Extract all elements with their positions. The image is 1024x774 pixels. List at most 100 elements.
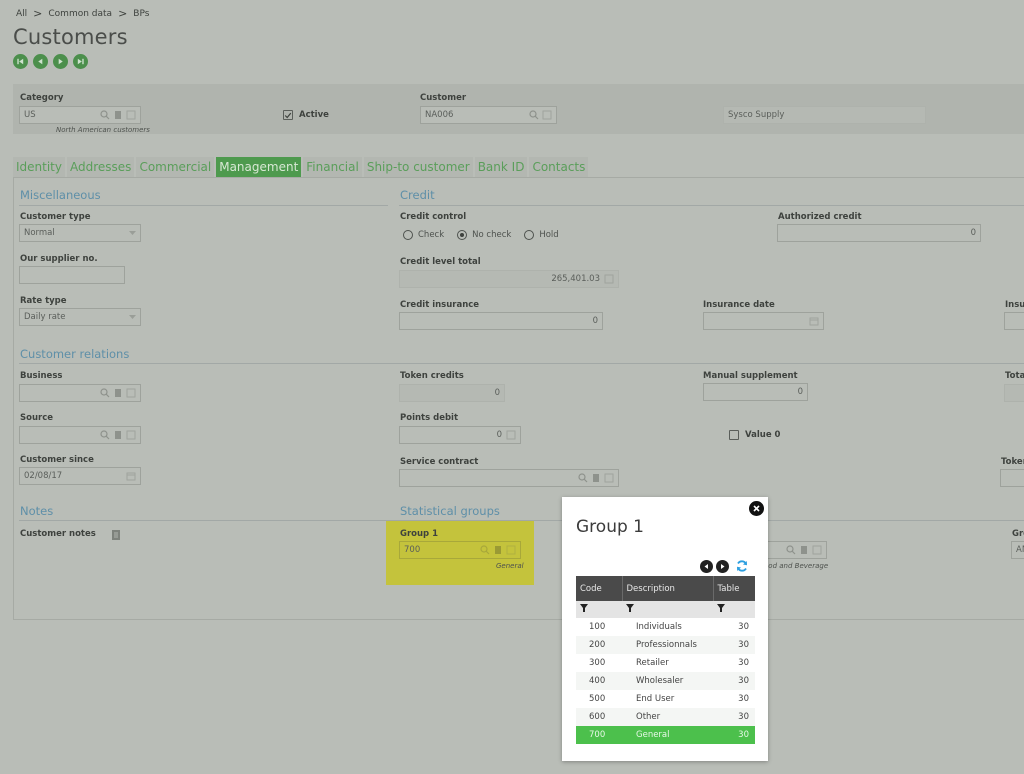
manual-supplement-input[interactable]: 0 bbox=[703, 383, 808, 401]
filter-description[interactable] bbox=[622, 601, 713, 618]
search-icon[interactable] bbox=[100, 430, 110, 440]
radio-button[interactable] bbox=[524, 230, 535, 240]
category-field[interactable]: US bbox=[19, 106, 141, 124]
authorized-credit-input[interactable]: 0 bbox=[777, 224, 981, 242]
filter-code[interactable] bbox=[576, 601, 622, 618]
table-row[interactable]: 500 End User 30 bbox=[576, 690, 755, 708]
active-checkbox-row[interactable]: Active bbox=[283, 110, 329, 120]
previous-record-button[interactable] bbox=[33, 54, 48, 69]
cell-description: End User bbox=[636, 694, 675, 704]
source-field[interactable] bbox=[19, 426, 141, 444]
open-record-icon[interactable] bbox=[493, 545, 503, 555]
customer-value: NA006 bbox=[425, 110, 454, 120]
customer-field[interactable]: NA006 bbox=[420, 106, 557, 124]
customer-type-select[interactable]: Normal bbox=[19, 224, 141, 242]
list-icon[interactable] bbox=[812, 545, 822, 555]
search-icon[interactable] bbox=[529, 110, 539, 120]
value-zero-checkbox-row[interactable]: Value 0 bbox=[729, 430, 780, 440]
open-record-icon[interactable] bbox=[113, 430, 123, 440]
calendar-icon[interactable] bbox=[809, 316, 819, 326]
tab-addresses[interactable]: Addresses bbox=[67, 157, 135, 177]
list-icon[interactable] bbox=[126, 430, 136, 440]
next-record-button[interactable] bbox=[53, 54, 68, 69]
list-icon[interactable] bbox=[126, 110, 136, 120]
rate-type-select[interactable]: Daily rate bbox=[19, 308, 141, 326]
insurance-date-input[interactable] bbox=[703, 312, 824, 330]
points-debit-input[interactable]: 0 bbox=[399, 426, 521, 444]
tab-commercial[interactable]: Commercial bbox=[136, 157, 215, 177]
tab-contacts[interactable]: Contacts bbox=[529, 157, 589, 177]
group1-field[interactable]: 700 bbox=[399, 541, 521, 559]
customer-since-value: 02/08/17 bbox=[24, 471, 63, 481]
list-icon[interactable] bbox=[542, 110, 552, 120]
column-header-table[interactable]: Table bbox=[713, 576, 755, 601]
group-truncated-field[interactable]: AN bbox=[1011, 541, 1024, 559]
search-icon[interactable] bbox=[100, 110, 110, 120]
open-record-icon[interactable] bbox=[591, 473, 601, 483]
insurance-truncated-input[interactable] bbox=[1004, 312, 1024, 330]
calendar-icon[interactable] bbox=[126, 471, 136, 481]
cell-description: Professionnals bbox=[622, 636, 713, 654]
notes-icon[interactable] bbox=[111, 529, 121, 541]
group1-description: General bbox=[496, 562, 524, 570]
breadcrumb-separator: > bbox=[118, 7, 128, 20]
our-supplier-no-input[interactable] bbox=[19, 266, 125, 284]
previous-page-button[interactable] bbox=[700, 560, 713, 573]
refresh-icon[interactable] bbox=[735, 559, 749, 573]
service-contract-field[interactable] bbox=[399, 469, 619, 487]
filter-row bbox=[576, 601, 755, 618]
active-checkbox[interactable] bbox=[283, 110, 293, 120]
table-row[interactable]: 200 Professionnals 30 bbox=[576, 636, 755, 654]
table-row[interactable]: 400 Wholesaler 30 bbox=[576, 672, 755, 690]
search-icon[interactable] bbox=[480, 545, 490, 555]
tab-management[interactable]: Management bbox=[216, 157, 302, 177]
column-header-code[interactable]: Code bbox=[576, 576, 623, 601]
chevron-right-icon bbox=[721, 564, 725, 569]
list-icon[interactable] bbox=[126, 388, 136, 398]
radio-button-selected[interactable] bbox=[457, 230, 468, 240]
radio-button[interactable] bbox=[403, 230, 413, 240]
chevron-down-icon bbox=[129, 314, 136, 319]
group-lookup-table: Code Description Table 100 Individuals 3… bbox=[576, 576, 755, 744]
table-row-selected[interactable]: 700 General 30 bbox=[576, 726, 755, 744]
table-row[interactable]: 100 Individuals 30 bbox=[576, 618, 755, 636]
search-icon[interactable] bbox=[578, 473, 588, 483]
detail-icon[interactable] bbox=[506, 430, 516, 440]
credit-insurance-input[interactable]: 0 bbox=[399, 312, 603, 330]
radio-option-no-check[interactable]: No check bbox=[457, 230, 511, 240]
detail-icon[interactable] bbox=[604, 274, 614, 284]
radio-option-check[interactable]: Check bbox=[403, 230, 444, 240]
next-page-button[interactable] bbox=[716, 560, 729, 573]
list-icon[interactable] bbox=[604, 473, 614, 483]
breadcrumb-item-bps[interactable]: BPs bbox=[133, 9, 149, 19]
tab-ship-to-customer[interactable]: Ship-to customer bbox=[363, 157, 473, 177]
open-record-icon[interactable] bbox=[799, 545, 809, 555]
list-icon[interactable] bbox=[506, 545, 516, 555]
chevron-right-icon bbox=[58, 58, 63, 65]
first-record-button[interactable] bbox=[13, 54, 28, 69]
group-truncated-value: AN bbox=[1016, 545, 1024, 555]
last-record-button[interactable] bbox=[73, 54, 88, 69]
breadcrumb-item-all[interactable]: All bbox=[16, 9, 27, 19]
token-truncated-input[interactable] bbox=[1000, 469, 1024, 487]
search-icon[interactable] bbox=[786, 545, 796, 555]
column-header-description[interactable]: Description bbox=[622, 576, 714, 601]
tab-identity[interactable]: Identity bbox=[13, 157, 65, 177]
cell-description: Individuals bbox=[636, 622, 682, 632]
value-zero-checkbox[interactable] bbox=[729, 430, 739, 440]
table-row[interactable]: 600 Other 30 bbox=[576, 708, 755, 726]
search-icon[interactable] bbox=[100, 388, 110, 398]
open-record-icon[interactable] bbox=[113, 110, 123, 120]
open-record-icon[interactable] bbox=[113, 388, 123, 398]
table-row[interactable]: 300 Retailer 30 bbox=[576, 654, 755, 672]
radio-option-hold[interactable]: Hold bbox=[524, 230, 559, 240]
tab-financial[interactable]: Financial bbox=[303, 157, 362, 177]
customer-since-input[interactable]: 02/08/17 bbox=[19, 467, 141, 485]
business-field[interactable] bbox=[19, 384, 141, 402]
breadcrumb-item-common-data[interactable]: Common data bbox=[48, 9, 112, 19]
filter-table[interactable] bbox=[713, 601, 755, 618]
record-navigation bbox=[13, 54, 88, 69]
close-button[interactable] bbox=[749, 501, 764, 516]
tab-bank-id[interactable]: Bank ID bbox=[474, 157, 528, 177]
cell-description: Other bbox=[622, 708, 713, 726]
